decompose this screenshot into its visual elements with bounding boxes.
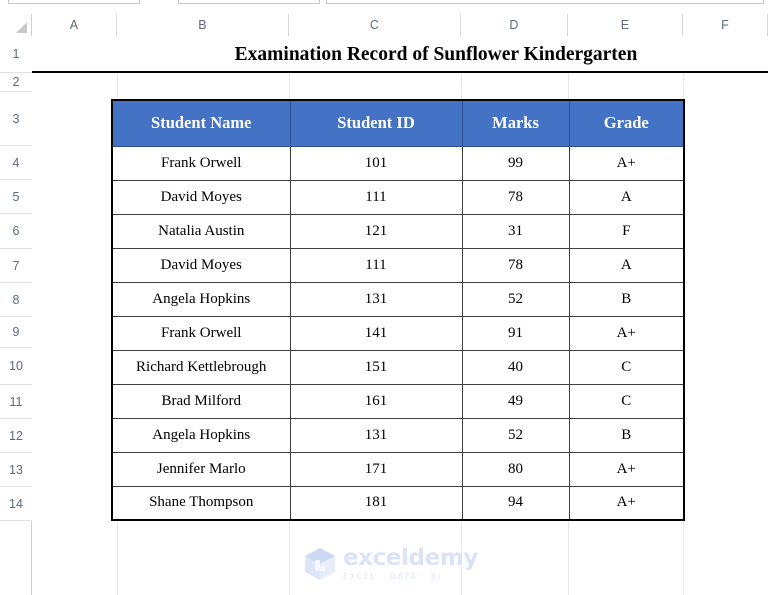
table-row[interactable]: David Moyes 111 78 A	[111, 247, 685, 283]
table-header-row: Student Name Student ID Marks Grade	[111, 99, 685, 147]
row-header-1[interactable]: 1	[0, 36, 32, 73]
cell-student-name[interactable]: Richard Kettlebrough	[111, 349, 291, 385]
column-header-a[interactable]: A	[32, 14, 117, 36]
cell-marks[interactable]: 40	[461, 349, 570, 385]
cell-grade[interactable]: A	[568, 179, 685, 215]
column-header-grade[interactable]: Grade	[568, 99, 685, 147]
column-header-d[interactable]: D	[461, 14, 568, 36]
cell-student-id[interactable]: 141	[289, 315, 463, 351]
row-header-2[interactable]: 2	[0, 73, 32, 92]
page-title[interactable]: Examination Record of Sunflower Kinderga…	[110, 36, 762, 73]
select-all-corner[interactable]	[0, 14, 32, 36]
column-header-student-id[interactable]: Student ID	[289, 99, 463, 147]
cell-marks[interactable]: 78	[461, 179, 570, 215]
cell-grade[interactable]: F	[568, 213, 685, 249]
table-row[interactable]: Angela Hopkins 131 52 B	[111, 417, 685, 453]
excel-worksheet: ABCDEF 1 2 3 4 5 6 7 8 9 10 11 12 13 14 Examination R…	[0, 0, 768, 595]
cell-student-name[interactable]: Angela Hopkins	[111, 281, 291, 317]
cell-student-name[interactable]: Natalia Austin	[111, 213, 291, 249]
cell-marks[interactable]: 31	[461, 213, 570, 249]
table-row[interactable]: Frank Orwell 101 99 A+	[111, 145, 685, 181]
cell-student-id[interactable]: 111	[289, 179, 463, 215]
exceldemy-tagline: EXCEL · DATA · BI	[343, 572, 443, 582]
row-header-12[interactable]: 12	[0, 419, 32, 453]
cell-student-name[interactable]: Jennifer Marlo	[111, 451, 291, 487]
column-header-f[interactable]: F	[683, 14, 768, 36]
row-header-4[interactable]: 4	[0, 146, 32, 180]
cell-student-id[interactable]: 181	[289, 485, 463, 521]
table-row[interactable]: Natalia Austin 121 31 F	[111, 213, 685, 249]
column-header-marks[interactable]: Marks	[461, 99, 570, 147]
name-box[interactable]	[8, 0, 140, 4]
table-row[interactable]: Shane Thompson 181 94 A+	[111, 485, 685, 521]
table-row[interactable]: Angela Hopkins 131 52 B	[111, 281, 685, 317]
cell-marks[interactable]: 52	[461, 281, 570, 317]
cell-marks[interactable]: 91	[461, 315, 570, 351]
cell-student-id[interactable]: 131	[289, 417, 463, 453]
cell-student-name[interactable]: Frank Orwell	[111, 145, 291, 181]
row-header-13[interactable]: 13	[0, 453, 32, 487]
row-header-11[interactable]: 11	[0, 385, 32, 419]
table-row[interactable]: Brad Milford 161 49 C	[111, 383, 685, 419]
row-header-6[interactable]: 6	[0, 214, 32, 249]
column-header-b[interactable]: B	[117, 14, 289, 36]
select-all-triangle-icon	[16, 22, 27, 33]
exceldemy-word: exceldemy	[343, 545, 478, 572]
row-header-8[interactable]: 8	[0, 283, 32, 317]
row-header-5[interactable]: 5	[0, 180, 32, 214]
examination-record-table[interactable]: Student Name Student ID Marks Grade Fran…	[111, 99, 685, 521]
cell-grade[interactable]: A+	[568, 485, 685, 521]
cell-student-name[interactable]: David Moyes	[111, 247, 291, 283]
exceldemy-watermark: exceldemy EXCEL · DATA · BI	[304, 546, 478, 582]
cell-student-id[interactable]: 151	[289, 349, 463, 385]
cell-grade[interactable]: B	[568, 281, 685, 317]
formula-bar-strip	[0, 0, 768, 14]
column-header-c[interactable]: C	[289, 14, 461, 36]
row-header-9[interactable]: 9	[0, 317, 32, 348]
cell-grade[interactable]: B	[568, 417, 685, 453]
cell-student-name[interactable]: Brad Milford	[111, 383, 291, 419]
cell-student-id[interactable]: 111	[289, 247, 463, 283]
row-header-bar: 1 2 3 4 5 6 7 8 9 10 11 12 13 14	[0, 36, 32, 595]
column-header-student-name[interactable]: Student Name	[111, 99, 291, 147]
cell-student-name[interactable]: Shane Thompson	[111, 485, 291, 521]
cell-grade[interactable]: A+	[568, 451, 685, 487]
table-row[interactable]: Richard Kettlebrough 151 40 C	[111, 349, 685, 385]
cell-grade[interactable]: A+	[568, 145, 685, 181]
cell-marks[interactable]: 78	[461, 247, 570, 283]
cell-student-name[interactable]: David Moyes	[111, 179, 291, 215]
cell-student-name[interactable]: Frank Orwell	[111, 315, 291, 351]
table-row[interactable]: Frank Orwell 141 91 A+	[111, 315, 685, 351]
formula-input[interactable]	[326, 0, 764, 4]
row-header-10[interactable]: 10	[0, 348, 32, 385]
cell-marks[interactable]: 49	[461, 383, 570, 419]
cell-marks[interactable]: 94	[461, 485, 570, 521]
row-header-3[interactable]: 3	[0, 92, 32, 146]
table-row[interactable]: Jennifer Marlo 171 80 A+	[111, 451, 685, 487]
cell-student-id[interactable]: 121	[289, 213, 463, 249]
cell-marks[interactable]: 52	[461, 417, 570, 453]
cell-grade[interactable]: A	[568, 247, 685, 283]
column-header-bar: ABCDEF	[0, 14, 768, 36]
cell-student-id[interactable]: 171	[289, 451, 463, 487]
cell-student-id[interactable]: 101	[289, 145, 463, 181]
table-row[interactable]: David Moyes 111 78 A	[111, 179, 685, 215]
function-box[interactable]	[178, 0, 320, 4]
row-header-7[interactable]: 7	[0, 249, 32, 283]
title-row: Examination Record of Sunflower Kinderga…	[32, 36, 768, 73]
cell-grade[interactable]: C	[568, 349, 685, 385]
cell-marks[interactable]: 99	[461, 145, 570, 181]
cell-student-name[interactable]: Angela Hopkins	[111, 417, 291, 453]
exceldemy-cube-icon	[305, 548, 335, 580]
cell-grade[interactable]: C	[568, 383, 685, 419]
cell-grade[interactable]: A+	[568, 315, 685, 351]
cell-student-id[interactable]: 161	[289, 383, 463, 419]
exceldemy-wordmark: exceldemy EXCEL · DATA · BI	[343, 547, 478, 581]
cell-marks[interactable]: 80	[461, 451, 570, 487]
column-header-e[interactable]: E	[568, 14, 683, 36]
row-header-14[interactable]: 14	[0, 487, 32, 521]
cell-student-id[interactable]: 131	[289, 281, 463, 317]
